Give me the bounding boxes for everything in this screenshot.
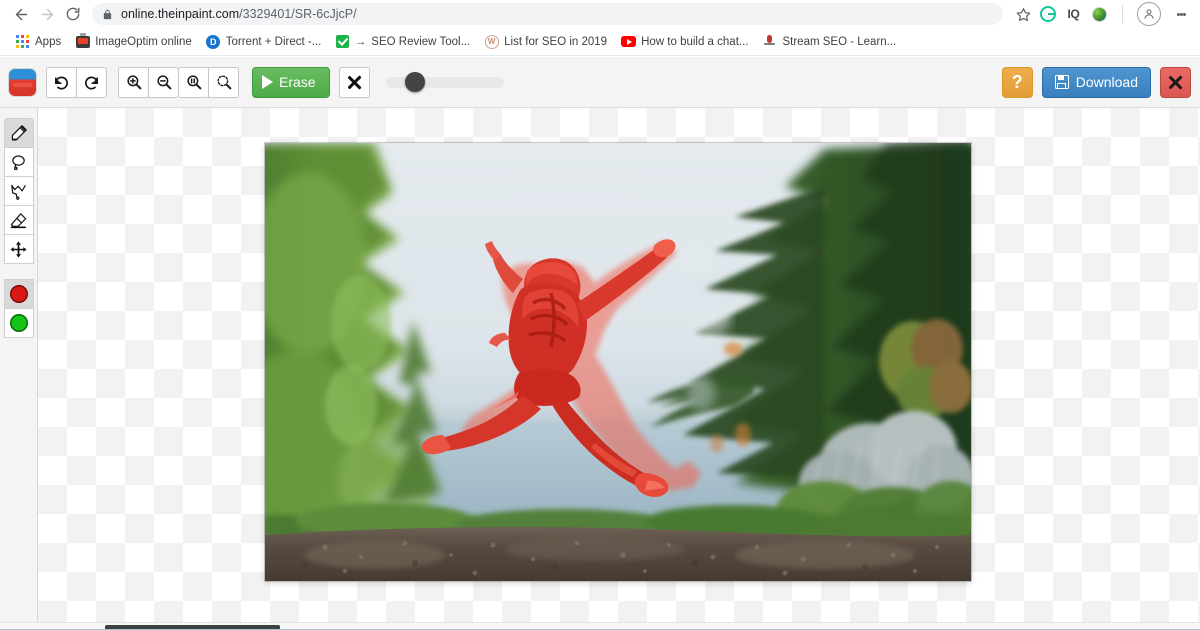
chrome-menu-icon[interactable] (1170, 2, 1192, 26)
bookmark-imageoptim[interactable]: ImageOptim online (68, 32, 199, 51)
clear-x-icon (347, 75, 362, 90)
bookmark-label: Apps (35, 35, 62, 48)
url-text: online.theinpaint.com/3329401/SR-6cJjcP/ (121, 7, 357, 21)
download-label: Download (1075, 74, 1138, 90)
profile-avatar-icon[interactable] (1137, 2, 1161, 26)
green-check-icon (335, 34, 350, 49)
red-mask-swatch[interactable] (3, 279, 34, 309)
close-x-icon (1168, 75, 1183, 90)
bookmark-label: List for SEO in 2019 (504, 35, 608, 48)
torrent-icon: D (206, 34, 221, 49)
bookmark-list-for-seo[interactable]: W List for SEO in 2019 (477, 32, 614, 51)
brush-size-slider[interactable] (385, 67, 504, 98)
grammarly-extension-icon[interactable] (1039, 6, 1056, 23)
imageoptim-icon (75, 32, 90, 49)
undo-button[interactable] (46, 66, 77, 98)
bookmark-arrow: → (355, 35, 367, 48)
wordpress-icon: W (484, 34, 499, 49)
apps-grid-icon (15, 34, 30, 49)
zoom-actual-size-button[interactable] (178, 66, 209, 98)
move-tool[interactable] (3, 234, 34, 264)
lasso-tool[interactable] (3, 147, 34, 177)
bookmark-torrent[interactable]: D Torrent + Direct -... (199, 32, 329, 51)
stream-seo-icon (762, 34, 777, 49)
bookmark-how-to-build-chat[interactable]: How to build a chat... (614, 32, 755, 51)
zoom-fit-button[interactable] (208, 66, 239, 98)
green-dot-icon (9, 314, 28, 332)
slider-track (385, 76, 504, 88)
red-dot-icon (9, 285, 28, 303)
browser-toolbar: online.theinpaint.com/3329401/SR-6cJjcP/… (0, 0, 1200, 28)
slider-thumb[interactable] (405, 72, 426, 92)
history-button-group (46, 66, 107, 98)
theinpaint-logo[interactable] (9, 68, 36, 96)
close-button[interactable] (1160, 66, 1191, 98)
redo-button[interactable] (76, 66, 107, 98)
bookmark-label: SEO Review Tool... (371, 35, 471, 48)
bookmark-seo-review-tool[interactable]: → SEO Review Tool... (328, 32, 477, 51)
bookmark-label: How to build a chat... (641, 35, 749, 48)
url-path: /3329401/SR-6cJjcP/ (239, 7, 357, 21)
iq-extension-icon[interactable]: IQ (1065, 6, 1082, 23)
edited-photo[interactable] (265, 143, 971, 581)
globe-extension-icon[interactable] (1091, 6, 1108, 23)
bookmark-stream-seo[interactable]: Stream SEO - Learn... (755, 32, 903, 51)
browser-window: online.theinpaint.com/3329401/SR-6cJjcP/… (0, 0, 1200, 630)
marker-tool[interactable] (3, 118, 34, 148)
back-button[interactable] (8, 1, 34, 27)
image-canvas[interactable] (38, 108, 1200, 622)
tool-rail (0, 108, 38, 630)
photo-artwork (265, 143, 971, 581)
bookmark-star-icon[interactable] (1011, 2, 1035, 26)
bookmark-label: ImageOptim online (95, 35, 192, 48)
clear-mask-button[interactable] (338, 66, 370, 98)
bookmark-apps[interactable]: Apps (8, 32, 68, 51)
lock-icon (102, 8, 113, 21)
zoom-button-group (118, 66, 239, 98)
green-mask-swatch[interactable] (3, 308, 34, 338)
forward-button[interactable] (34, 1, 60, 27)
toolbar-divider (1122, 5, 1123, 23)
polygon-lasso-tool[interactable] (3, 176, 34, 206)
help-label: ? (1011, 71, 1023, 92)
play-triangle-icon (262, 75, 273, 89)
bookmark-label: Torrent + Direct -... (225, 35, 322, 48)
app-toolbar: Erase ? Download (0, 57, 1200, 108)
eraser-tool[interactable] (3, 205, 34, 235)
floppy-save-icon (1054, 75, 1069, 89)
download-button[interactable]: Download (1041, 66, 1151, 98)
youtube-icon (621, 34, 637, 49)
bookmark-label: Stream SEO - Learn... (782, 35, 897, 48)
zoom-in-button[interactable] (118, 66, 149, 98)
url-domain: online.theinpaint.com (121, 7, 240, 21)
zoom-out-button[interactable] (148, 66, 179, 98)
bookmarks-bar: Apps ImageOptim online D Torrent + Direc… (0, 28, 1200, 56)
help-button[interactable]: ? (1001, 66, 1033, 98)
extension-icons: IQ (1039, 2, 1192, 26)
address-bar[interactable]: online.theinpaint.com/3329401/SR-6cJjcP/ (92, 3, 1003, 25)
erase-label: Erase (279, 74, 316, 90)
erase-button[interactable]: Erase (252, 66, 330, 98)
reload-button[interactable] (60, 1, 86, 27)
